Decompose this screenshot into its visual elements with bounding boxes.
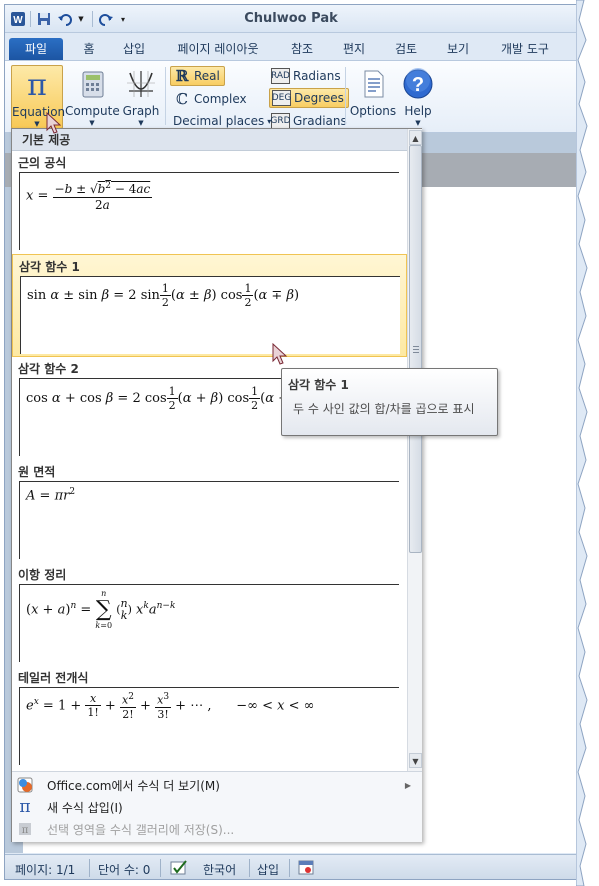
equation-taylor: ex = 1 + x 1! + x2 2! + x3 3! + ⋯ , −∞ < x … [26,692,315,721]
gallery-item-tooltip: 삼각 함수 1 두 수 사인 값의 합/차를 곱으로 표시 [281,368,498,436]
svg-text:?: ? [412,74,424,96]
status-separator [249,859,250,877]
complex-numbers-icon: ℂ [176,90,188,108]
more-equations-office-com[interactable]: Office.com에서 수식 더 보기(M) ▶ [12,774,421,796]
gallery-footer: Office.com에서 수식 더 보기(M) ▶ π 새 수식 삽입(I) π… [12,771,422,842]
options-button[interactable]: Options [349,65,397,129]
macro-record-icon[interactable] [297,859,315,879]
equation-preview: x = −b ± √b2 − 4ac 2a [19,172,399,250]
equation-preview: ex = 1 + x 1! + x2 2! + x3 3! + ⋯ , −∞ < x … [19,687,399,765]
deg-icon: DEG [272,90,291,106]
svg-text:π: π [22,825,29,836]
gallery-item-label: 삼각 함수 2 [18,362,79,376]
thumb-grip [413,346,419,353]
gallery-item-trig-1[interactable]: 삼각 함수 1 sin α ± sin β = 2 sin 1 2 (α ± β) c… [12,254,407,357]
degrees-button[interactable]: DEG Degrees [269,88,349,108]
ribbon-tabs: 파일 홈 삽입 페이지 레이아웃 참조 편지 검토 보기 개발 도구 [5,33,577,60]
options-document-icon [355,67,391,101]
gallery-item-binomial-theorem[interactable]: 이항 정리 (x + a)n = n ∑ k=0 (n k) xkan−k [12,563,407,666]
status-separator [160,859,161,877]
real-numbers-icon: ℝ [175,67,189,85]
compute-button[interactable]: Compute ▼ [65,65,120,129]
equation-preview: sin α ± sin β = 2 sin 1 2 (α ± β) cos 1 2 (α ∓… [20,276,400,354]
tab-view[interactable]: 보기 [441,38,475,60]
gallery-item-label: 원 면적 [18,465,56,479]
calculator-icon [74,67,110,101]
mouse-cursor-icon [272,343,288,365]
title-bar: W ▼ ▾ Chulwoo Pak [5,5,577,33]
tab-home[interactable]: 홈 [77,38,101,60]
tab-insert[interactable]: 삽입 [117,38,151,60]
save-to-gallery-icon: π [12,821,38,837]
radians-button[interactable]: RAD Radians [269,66,341,86]
chevron-down-icon: ▼ [415,119,421,127]
equation-quadratic: x = −b ± √b2 − 4ac 2a [26,181,153,212]
ribbon-separator [345,67,346,125]
gallery-header: 기본 제공 [12,129,407,151]
gallery-item-label: 삼각 함수 1 [19,260,80,274]
graph-button[interactable]: Graph ▼ [119,65,163,129]
svg-text:π: π [27,70,47,100]
equation-preview: (x + a)n = n ∑ k=0 (n k) xkan−k [19,584,399,662]
mouse-cursor-icon [46,112,62,134]
gallery-list: 근의 공식 x = −b ± √b2 − 4ac 2a 삼각 함수 1 sin α… [12,151,407,771]
scroll-down-icon[interactable]: ▼ [409,753,422,768]
equation-preview: A = πr2 [19,481,399,559]
tooltip-description: 두 수 사인 값의 합/차를 곱으로 표시 [293,402,475,416]
insert-mode-indicator[interactable]: 삽입 [257,861,279,878]
gallery-item-label: 근의 공식 [18,156,67,170]
equation-trig-1: sin α ± sin β = 2 sin 1 2 (α ± β) cos 1 2 (α ∓… [27,282,300,309]
graph-icon [123,67,159,101]
chevron-right-icon: ▶ [404,780,411,790]
equation-circle-area: A = πr2 [26,487,76,504]
gallery-item-label: 이항 정리 [18,568,67,582]
real-button[interactable]: ℝ Real [170,66,225,86]
status-separator [289,859,290,877]
chevron-down-icon: ▼ [89,119,95,127]
tab-review[interactable]: 검토 [389,38,423,60]
insert-new-equation[interactable]: π 새 수식 삽입(I) [12,796,421,818]
help-icon: ? [400,67,436,101]
tooltip-title: 삼각 함수 1 [288,378,349,392]
torn-edge-decoration [576,0,588,886]
gallery-item-circle-area[interactable]: 원 면적 A = πr2 [12,460,407,563]
scroll-thumb[interactable] [409,145,422,553]
window-title: Chulwoo Pak [244,11,338,26]
complex-button[interactable]: ℂ Complex [171,89,247,109]
tab-references[interactable]: 참조 [285,38,319,60]
tab-page-layout[interactable]: 페이지 레이아웃 [171,38,265,60]
grd-icon: GRD [270,113,291,129]
tab-mailings[interactable]: 편지 [337,38,371,60]
pi-icon: π [19,797,31,817]
scroll-up-icon[interactable]: ▲ [409,130,422,145]
equation-trig-2: cos α + cos β = 2 cos12(α + β) cos12(α −… [26,385,306,412]
word-count[interactable]: 단어 수: 0 [98,861,150,878]
help-button[interactable]: ? Help ▼ [398,65,438,129]
save-selection-to-gallery[interactable]: π 선택 영역을 수식 갤러리에 저장(S)... [12,818,421,840]
status-bar: 페이지: 1/1 단어 수: 0 한국어 삽입 [5,854,577,879]
equation-binomial: (x + a)n = n ∑ k=0 (n k) xkan−k [26,589,176,630]
tab-file[interactable]: 파일 [9,38,63,60]
page-count[interactable]: 페이지: 1/1 [15,861,75,878]
office-com-icon [12,777,38,793]
rad-icon: RAD [271,68,290,84]
chevron-down-icon: ▼ [138,119,144,127]
gallery-item-taylor-series[interactable]: 테일러 전개식 ex = 1 + x 1! + x2 2! + x3 3! + ⋯ ,… [12,666,407,769]
tab-developer[interactable]: 개발 도구 [493,38,557,60]
pi-icon: π [19,68,55,102]
proofing-check-icon[interactable] [169,859,189,879]
gallery-scrollbar[interactable]: ▲ ▼ [407,129,422,771]
gallery-item-label: 테일러 전개식 [18,671,89,685]
ribbon-separator [165,67,166,125]
status-separator [89,859,90,877]
language-indicator[interactable]: 한국어 [203,861,236,878]
gallery-item-quadratic-formula[interactable]: 근의 공식 x = −b ± √b2 − 4ac 2a [12,151,407,254]
equation-gallery: 기본 제공 근의 공식 x = −b ± √b2 − 4ac 2a 삼각 함수 1… [11,128,422,842]
ribbon: π Equation ▼ Compute ▼ Graph ▼ ℝ Real ℂ … [5,60,577,133]
